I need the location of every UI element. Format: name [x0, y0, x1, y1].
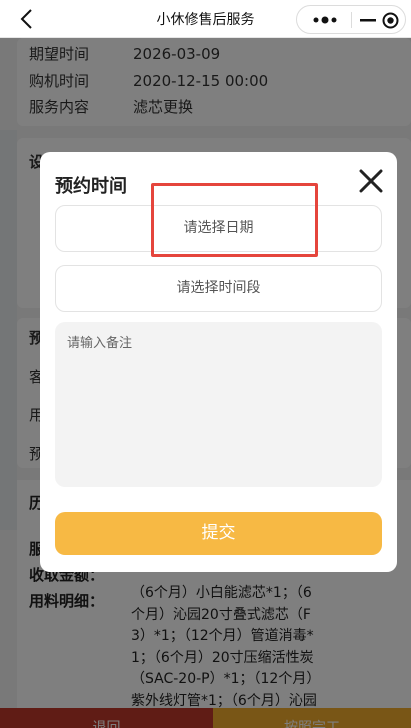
remark-input[interactable]	[55, 322, 382, 487]
minimize-icon[interactable]	[359, 12, 377, 28]
capsule-divider	[351, 12, 352, 28]
more-dots-icon[interactable]	[312, 14, 338, 26]
nav-bar: 小休修售后服务	[0, 0, 411, 38]
time-slot-picker[interactable]: 请选择时间段	[55, 265, 382, 312]
mini-program-capsule	[296, 5, 406, 34]
submit-button[interactable]: 提交	[55, 512, 382, 555]
modal-title: 预约时间	[55, 176, 127, 197]
target-icon[interactable]	[382, 12, 399, 29]
highlight-box	[151, 183, 318, 257]
close-icon[interactable]	[358, 168, 384, 194]
